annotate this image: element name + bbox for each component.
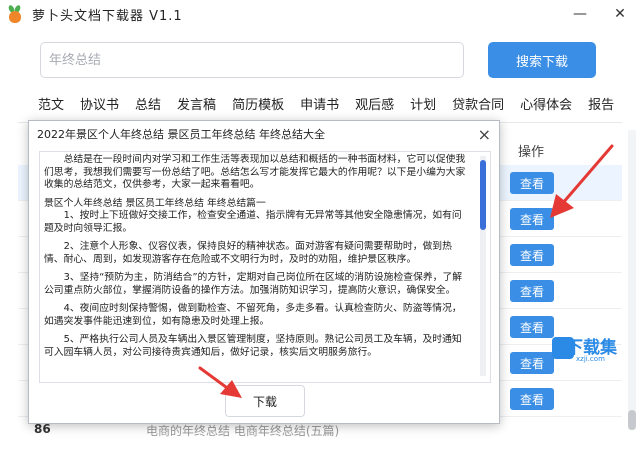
- section-heading: 景区个人年终总结 景区员工年终总结 年终总结篇一: [44, 197, 266, 209]
- app-title: 萝卜头文档下载器 V1.1: [32, 8, 183, 24]
- minimize-button[interactable]: —: [560, 0, 600, 28]
- view-button[interactable]: 查看: [510, 172, 554, 194]
- search-input[interactable]: [40, 42, 464, 78]
- document-preview[interactable]: 总结是在一段时间内对学习和工作生活等表现加以总结和概括的一种书面材料，它可以促使…: [39, 151, 491, 383]
- dialog-title: 2022年景区个人年终总结 景区员工年终总结 年终总结大全: [37, 128, 325, 141]
- dialog-close-button[interactable]: ×: [478, 125, 491, 144]
- view-button[interactable]: 查看: [510, 352, 554, 374]
- category-tab[interactable]: 申请书: [292, 94, 347, 113]
- dialog-header: 2022年景区个人年终总结 景区员工年终总结 年终总结大全 ×: [29, 121, 499, 147]
- view-button[interactable]: 查看: [510, 280, 554, 302]
- search-download-button[interactable]: 搜索下载: [488, 42, 596, 78]
- category-tab[interactable]: 报告: [580, 94, 622, 113]
- category-tab[interactable]: 总结: [127, 94, 169, 113]
- category-tab[interactable]: 计划: [402, 94, 444, 113]
- category-tab[interactable]: 发言稿: [169, 94, 224, 113]
- document-text: 总结是在一段时间内对学习和工作生活等表现加以总结和概括的一种书面材料，它可以促使…: [40, 154, 474, 365]
- close-window-button[interactable]: ✕: [600, 0, 640, 28]
- watermark-url: xzji.com: [576, 355, 605, 363]
- table-scrollbar-thumb[interactable]: [628, 410, 636, 430]
- radish-app-icon: [6, 4, 24, 23]
- category-bar: 范文 协议书 总结 发言稿 简历模板 申请书 观后感 计划 贷款合同 心得体会 …: [0, 88, 640, 118]
- paragraph: 5、严格执行公司人员及车辆出入景区管理制度，坚持原则。熟记公司员工及车辆，及时通…: [44, 334, 462, 358]
- preview-dialog: 2022年景区个人年终总结 景区员工年终总结 年终总结大全 × 总结是在一段时间…: [28, 120, 500, 424]
- column-header-operation: 操作: [518, 145, 545, 160]
- preview-scrollbar-thumb[interactable]: [480, 160, 486, 230]
- category-tab[interactable]: 简历模板: [224, 94, 292, 113]
- category-tab[interactable]: 心得体会: [512, 94, 580, 113]
- download-button[interactable]: 下载: [225, 385, 305, 417]
- category-tab[interactable]: 贷款合同: [444, 94, 512, 113]
- row-number: 86: [34, 422, 51, 436]
- view-button[interactable]: 查看: [510, 316, 554, 338]
- row-title: 电商的年终总结 电商年终总结(五篇): [146, 424, 340, 438]
- paragraph: 1、按时上下班做好交接工作，检查安全通道、指示牌有无异常等其他安全隐患情况，如有…: [44, 210, 462, 234]
- category-tab[interactable]: 观后感: [347, 94, 402, 113]
- paragraph: 3、坚持“预防为主，防消结合”的方针，定期对自己岗位所在区域的消防设施检查保养，…: [44, 272, 463, 296]
- paragraph: 2、注意个人形象、仪容仪表，保持良好的精神状态。面对游客有疑问需要帮助时，做到热…: [44, 241, 452, 265]
- category-tab[interactable]: 协议书: [72, 94, 127, 113]
- title-bar: 萝卜头文档下载器 V1.1 — ✕: [0, 0, 640, 28]
- watermark-logo: 下载集 xzji.com: [552, 333, 632, 373]
- table-scrollbar[interactable]: [628, 130, 636, 430]
- category-tab[interactable]: 范文: [0, 94, 72, 113]
- view-button[interactable]: 查看: [510, 244, 554, 266]
- paragraph: 4、夜间应时刻保持警惕，做到勤检查、不留死角，多走多看。认真检查防火、防盗等情况…: [44, 303, 462, 327]
- view-button[interactable]: 查看: [510, 208, 554, 230]
- search-row: 搜索下载: [0, 28, 640, 88]
- paragraph: 总结是在一段时间内对学习和工作生活等表现加以总结和概括的一种书面材料，它可以促使…: [44, 154, 466, 190]
- view-button[interactable]: 查看: [510, 388, 554, 410]
